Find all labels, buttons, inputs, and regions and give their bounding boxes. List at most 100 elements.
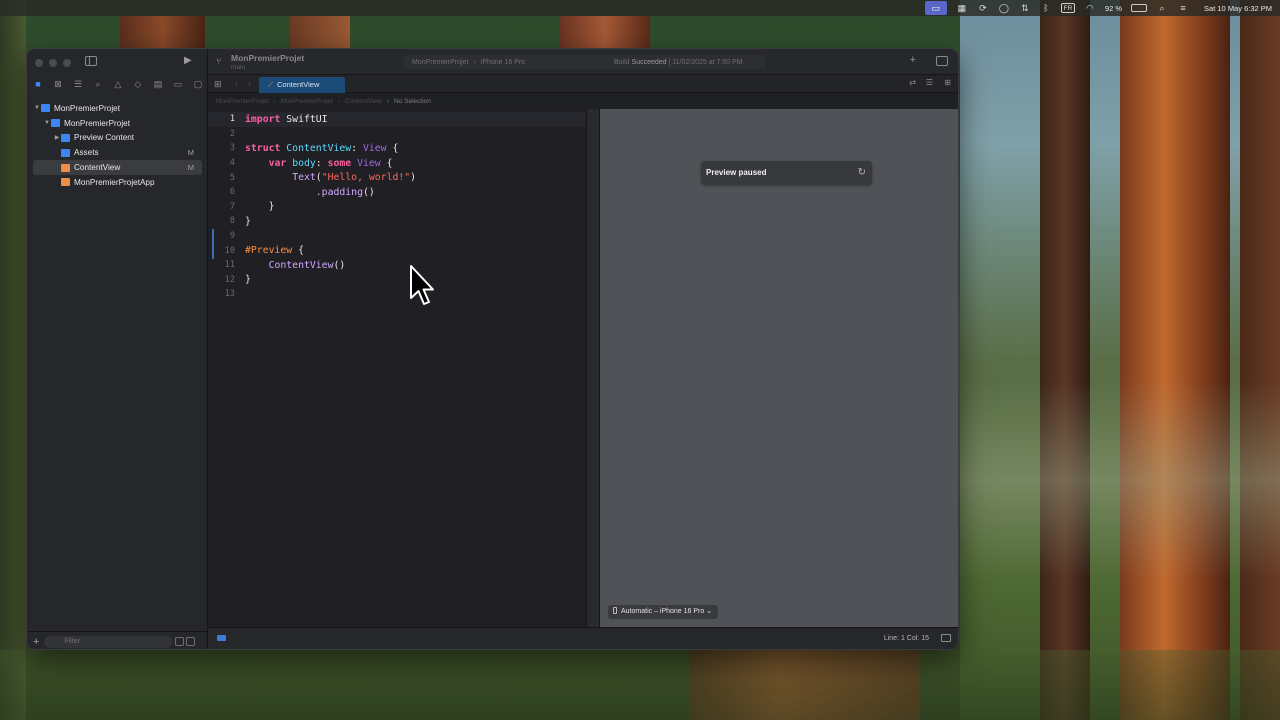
code-line: 9 (208, 229, 416, 244)
tree-item-assets[interactable]: Assets M (27, 145, 208, 160)
chevron-right-icon: › (273, 97, 276, 105)
jumpbar-crumb-group[interactable]: MonPremierProjet (281, 98, 333, 105)
code-line: 5 Text("Hello, world!") (208, 170, 416, 185)
debug-area-toggle-icon[interactable] (217, 635, 226, 641)
code-line: 8} (208, 214, 416, 229)
disclosure-open-icon[interactable]: ▼ (43, 120, 51, 126)
spotlight-search-icon[interactable]: ⌕ (1156, 3, 1168, 13)
split-editor-icon[interactable]: ⊞ (944, 78, 951, 87)
battery-percentage[interactable]: 92 % (1105, 4, 1122, 13)
preview-paused-banner[interactable]: Preview paused ↻ (701, 161, 872, 185)
close-button[interactable] (35, 59, 43, 67)
sync-icon[interactable]: ⟳ (977, 3, 989, 13)
jumpbar-crumb-file[interactable]: ContentView (345, 98, 382, 105)
breakpoint-navigator-icon[interactable]: ▭ (171, 77, 185, 91)
build-status-prefix: Build (614, 58, 630, 66)
disclosure-open-icon[interactable]: ▼ (33, 105, 41, 111)
editor-scrollbar-gutter[interactable] (586, 109, 599, 629)
refresh-icon[interactable]: ↻ (858, 161, 866, 185)
line-number: 9 (229, 231, 235, 242)
canvas-toggle-icon[interactable]: ☰ (926, 78, 933, 87)
minimize-button[interactable] (49, 59, 57, 67)
folder-icon[interactable]: ■ (31, 77, 45, 91)
panel-toggle-icon[interactable] (941, 634, 951, 642)
navigator-filter-bar: + Filter (27, 631, 208, 649)
line-number: 6 (229, 187, 235, 198)
tree-item-contentview[interactable]: ContentView M (33, 160, 202, 175)
device-selector-label: Automatic – iPhone 16 Pro ⌄ (621, 608, 713, 615)
code-lines: 1 import SwiftUI 2 3 struct ContentView: V… (208, 112, 416, 302)
line-number: 2 (229, 128, 235, 139)
input-source-indicator[interactable]: FR (1060, 3, 1075, 13)
code-line: 13 (208, 287, 416, 302)
source-editor[interactable]: 1 import SwiftUI 2 3 struct ContentView: V… (208, 109, 586, 629)
tree-item-label: MonPremierProjet (64, 118, 130, 128)
run-button[interactable]: ▶ (184, 55, 192, 66)
build-time: | 11/02/2025 at 7:50 PM (668, 58, 743, 66)
tree-item-label: Preview Content (74, 133, 135, 143)
line-number: 5 (229, 172, 235, 183)
project-navigator: ▶ ■ ⊠ ☰ ⌕ △ ◇ ▤ ▭ ▢ ▼ MonPremierProjet ▼… (27, 49, 208, 649)
circle-icon[interactable]: ◯ (998, 3, 1010, 13)
jump-bar: MonPremierProjet › MonPremierProjet › Co… (208, 93, 958, 109)
find-navigator-icon[interactable]: ⌕ (91, 77, 105, 91)
disclosure-closed-icon[interactable]: ▶ (53, 134, 61, 141)
tree-item-group[interactable]: ▼ MonPremierProjet (27, 116, 208, 131)
back-arrow-icon[interactable]: ‹ (235, 78, 238, 88)
branch-name: main (231, 64, 246, 71)
window-tiling-icon[interactable]: ▦ (956, 3, 968, 13)
swift-file-icon (61, 163, 70, 172)
tree-item-preview-content[interactable]: ▶ Preview Content (27, 131, 208, 146)
preview-canvas[interactable]: Preview paused ↻ Automatic – iPhone 16 P… (599, 109, 958, 629)
project-title[interactable]: MonPremierProjet (231, 53, 304, 63)
zoom-button[interactable] (63, 59, 71, 67)
window-controls (35, 59, 71, 67)
tree-item-label: Assets (74, 148, 99, 158)
debug-navigator-icon[interactable]: ▤ (151, 77, 165, 91)
forward-arrow-icon[interactable]: › (248, 78, 251, 88)
wifi-icon[interactable]: ◠ (1084, 3, 1096, 13)
folder-icon (61, 133, 70, 142)
tab-label: ContentView (277, 80, 320, 89)
code-line: 7 } (208, 200, 416, 215)
xcode-window: ▶ ■ ⊠ ☰ ⌕ △ ◇ ▤ ▭ ▢ ▼ MonPremierProjet ▼… (26, 48, 959, 650)
editor-options-icon[interactable]: ⇄ (909, 78, 916, 87)
tree-item-app[interactable]: MonPremierProjetApp (27, 175, 208, 190)
chevron-right-icon: › (337, 97, 341, 105)
inspector-toggle-icon[interactable] (936, 56, 948, 66)
branch-icon[interactable]: ⑂ (216, 56, 221, 66)
line-number: 12 (224, 274, 235, 285)
preview-device-selector[interactable]: Automatic – iPhone 16 Pro ⌄ (608, 605, 719, 619)
related-items-icon[interactable]: ⊞ (214, 79, 222, 90)
window-toolbar: ⑂ MonPremierProjet main MonPremierProjet… (208, 49, 958, 75)
modified-badge: M (187, 148, 194, 158)
add-icon[interactable]: + (33, 636, 39, 648)
screen-record-icon[interactable]: ▭ (924, 1, 947, 15)
report-navigator-icon[interactable]: ▢ (191, 77, 205, 91)
control-center-icon[interactable]: ≡ (1177, 3, 1189, 13)
jumpbar-crumb-selection[interactable]: No Selection (394, 98, 431, 105)
recent-files-icon[interactable] (175, 637, 185, 646)
source-control-filter-icon[interactable] (186, 637, 196, 646)
filter-input[interactable]: Filter (44, 635, 173, 648)
library-add-icon[interactable]: + (910, 54, 916, 66)
symbol-navigator-icon[interactable]: ☰ (71, 77, 85, 91)
sidebar-toggle-icon[interactable] (85, 56, 97, 66)
battery-icon[interactable] (1131, 4, 1148, 12)
tree-item-project[interactable]: ▼ MonPremierProjet (27, 101, 208, 116)
source-control-icon[interactable]: ⊠ (51, 77, 65, 91)
issue-navigator-icon[interactable]: △ (111, 77, 125, 91)
code-line: 2 (208, 127, 416, 142)
sharing-icon[interactable]: ⇅ (1019, 3, 1031, 13)
tree-item-label: MonPremierProjet (54, 103, 120, 113)
jumpbar-crumb-project[interactable]: MonPremierProjet (216, 98, 268, 105)
test-navigator-icon[interactable]: ◇ (131, 77, 145, 91)
tab-contentview[interactable]: ⟋ ContentView (259, 77, 345, 93)
line-number: 3 (229, 143, 235, 154)
scheme-name[interactable]: MonPremierProjet (412, 59, 468, 66)
run-destination[interactable]: iPhone 16 Pro (481, 59, 525, 66)
code-line: 4 var body: some View { (208, 156, 416, 171)
bluetooth-icon[interactable]: ᛒ (1040, 3, 1052, 13)
menubar-clock[interactable]: Sat 10 May 6:32 PM (1204, 4, 1272, 13)
scheme-selector[interactable]: MonPremierProjet › iPhone 16 Pro Build S… (404, 55, 766, 69)
